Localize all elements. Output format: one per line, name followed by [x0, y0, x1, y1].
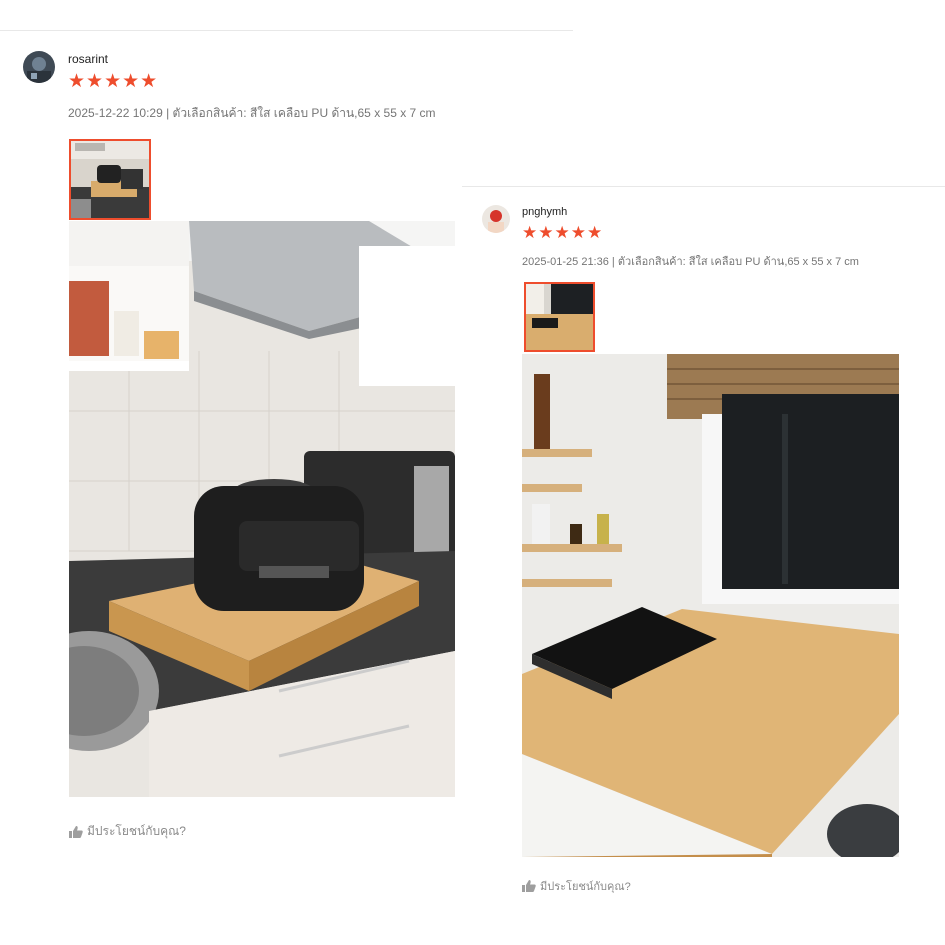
reviewer-username[interactable]: rosarint	[68, 52, 108, 66]
reviewer-username[interactable]: pnghymh	[522, 206, 567, 218]
helpful-label: มีประโยชน์กับคุณ?	[87, 824, 186, 838]
thumbs-up-icon	[69, 825, 83, 838]
review-photo-large[interactable]	[69, 221, 455, 797]
thumbs-up-icon	[522, 880, 536, 892]
avatar[interactable]	[482, 205, 510, 233]
helpful-button[interactable]: มีประโยชน์กับคุณ?	[69, 822, 186, 841]
avatar[interactable]	[23, 51, 55, 83]
review-meta: 2025-01-25 21:36 | ตัวเลือกสินค้า: สีใส …	[522, 256, 859, 268]
rating-stars: ★★★★★	[68, 71, 159, 92]
helpful-button[interactable]: มีประโยชน์กับคุณ?	[522, 877, 631, 895]
review-meta: 2025-12-22 10:29 | ตัวเลือกสินค้า: สีใส …	[68, 106, 436, 120]
helpful-label: มีประโยชน์กับคุณ?	[540, 881, 631, 893]
review-photo-thumbnail[interactable]	[69, 139, 151, 220]
review-item: pnghymh ★★★★★ 2025-01-25 21:36 | ตัวเลือ…	[462, 186, 945, 906]
rating-stars: ★★★★★	[522, 223, 604, 242]
review-photo-large[interactable]	[522, 354, 899, 857]
review-photo-thumbnail[interactable]	[524, 282, 595, 352]
